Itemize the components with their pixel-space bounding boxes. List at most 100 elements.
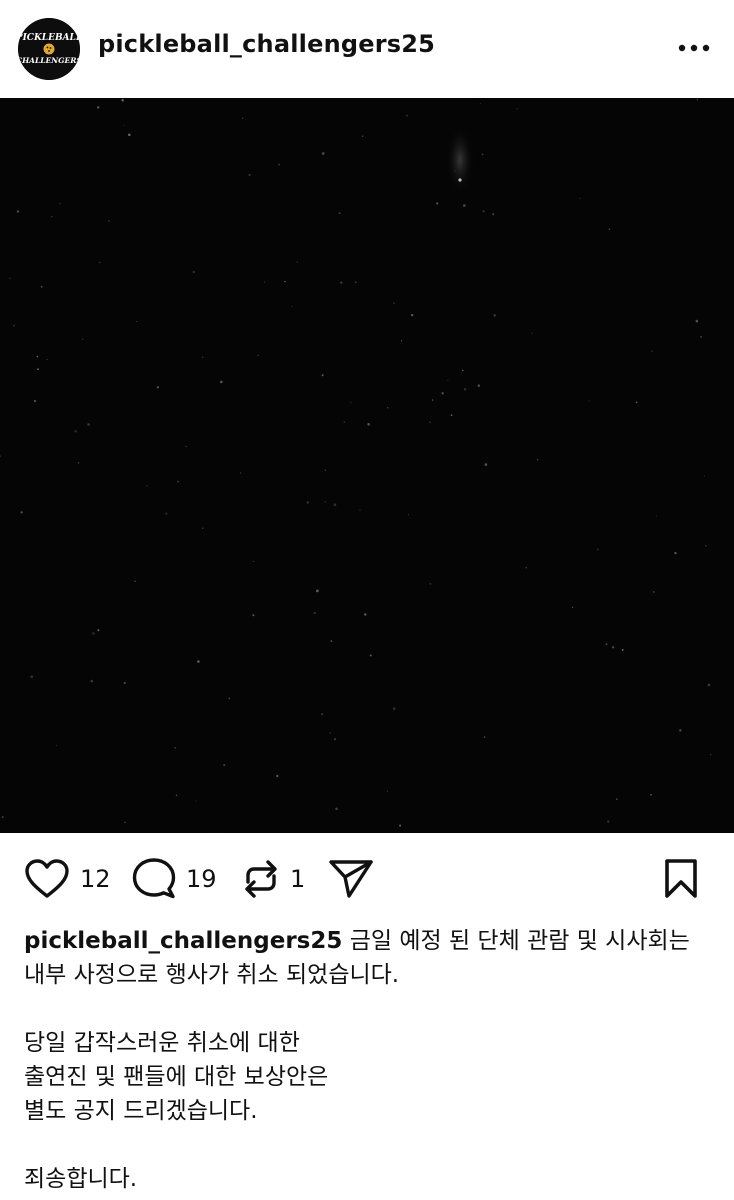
noise-dot [650, 793, 652, 796]
noise-dot [219, 380, 223, 384]
noise-dot [46, 358, 48, 361]
noise-dot [429, 582, 432, 585]
noise-dot [493, 314, 496, 317]
noise-dot [59, 203, 61, 205]
noise-dot [175, 794, 178, 797]
noise-dot [707, 683, 711, 687]
noise-dot [121, 98, 124, 102]
noise-dot [703, 475, 705, 477]
noise-dot [242, 117, 244, 119]
noise-dot [410, 313, 414, 317]
noise-dot [201, 356, 204, 358]
noise-dot [124, 821, 126, 824]
caption-username[interactable]: pickleball_challengers25 [24, 928, 342, 954]
comment-button[interactable]: 19 [132, 833, 217, 925]
noise-dot [354, 281, 357, 284]
noise-dot [387, 790, 389, 792]
noise-dot [463, 388, 467, 391]
noise-dot [127, 133, 131, 137]
noise-dot [30, 675, 34, 679]
noise-dot [605, 643, 608, 646]
noise-dot [252, 614, 255, 617]
repost-count: 1 [290, 865, 306, 893]
noise-dot [615, 798, 618, 800]
noise-dot [252, 560, 254, 562]
noise-dot [399, 824, 402, 827]
noise-dot [123, 124, 125, 127]
noise-dot [74, 430, 77, 433]
post-media-image[interactable] [0, 98, 734, 833]
noise-dot [607, 820, 610, 823]
comment-icon [132, 858, 176, 899]
noise-dot [674, 551, 677, 555]
noise-dot [400, 340, 403, 342]
post-username[interactable]: pickleball_challengers25 [98, 30, 435, 58]
more-options-button[interactable] [670, 30, 718, 66]
noise-dot [457, 160, 459, 163]
noise-dot [479, 103, 481, 105]
noise-dot [37, 368, 39, 371]
noise-dot [87, 423, 90, 426]
noise-dot [655, 515, 657, 517]
noise-dot [40, 285, 43, 288]
noise-dot [51, 216, 53, 218]
caption-line: 당일 갑작스러운 취소에 대한 [24, 1030, 300, 1056]
noise-dot [596, 548, 599, 551]
repost-button[interactable]: 1 [242, 833, 305, 925]
noise-dot [223, 764, 226, 767]
post-action-bar: 12 19 1 [0, 833, 734, 925]
noise-dot [651, 350, 653, 352]
noise-dot [477, 384, 480, 387]
noise-dot [33, 399, 37, 403]
noise-dot [284, 280, 286, 283]
noise-dot [700, 335, 702, 338]
noise-dot [240, 472, 242, 474]
caption-line: 내부 사정으로 행사가 취소 되었습니다. [24, 962, 400, 988]
like-count: 12 [80, 865, 111, 893]
noise-dot [165, 512, 168, 515]
heart-icon [25, 859, 69, 898]
noise-dot [56, 745, 58, 747]
dark-image [0, 98, 734, 833]
noise-dot [429, 421, 431, 423]
like-button[interactable]: 12 [24, 833, 111, 925]
noise-dot [9, 277, 11, 279]
avatar[interactable]: PICKLEBALL CHALLENGERS [18, 18, 80, 80]
logo-text-bottom: CHALLENGERS [18, 56, 80, 65]
noise-dot [387, 407, 389, 409]
logo-text-top: PICKLEBALL [18, 33, 80, 43]
noise-dot [248, 173, 251, 177]
noise-dot [635, 401, 638, 404]
noise-dot [192, 270, 195, 274]
noise-dot [156, 386, 160, 389]
pickleball-challengers-logo: PICKLEBALL CHALLENGERS [18, 18, 80, 80]
noise-dot [696, 98, 699, 101]
noise-dot [195, 800, 197, 802]
noise-dot [407, 514, 410, 516]
noise-dot [611, 646, 615, 649]
save-button[interactable] [662, 833, 700, 925]
noise-dot [228, 697, 231, 700]
noise-dot [333, 738, 336, 741]
noise-dot [324, 469, 326, 471]
noise-dot [97, 106, 100, 109]
noise-dot [291, 306, 293, 308]
noise-dot [516, 108, 518, 110]
noise-dot [531, 332, 533, 334]
noise-dot [436, 202, 439, 205]
noise-dot [450, 414, 453, 417]
noise-dot [621, 648, 624, 652]
noise-dot [82, 338, 84, 340]
noise-dot [695, 319, 699, 323]
post-header: PICKLEBALL CHALLENGERS pickleball_challe… [0, 0, 734, 98]
share-button[interactable] [328, 833, 374, 925]
noise-dot [359, 509, 361, 511]
noise-dot [679, 729, 682, 732]
noise-dot [406, 114, 408, 117]
noise-dot [652, 591, 655, 593]
noise-dot [97, 629, 100, 632]
noise-dot [454, 170, 456, 172]
noise-dot [108, 220, 110, 222]
